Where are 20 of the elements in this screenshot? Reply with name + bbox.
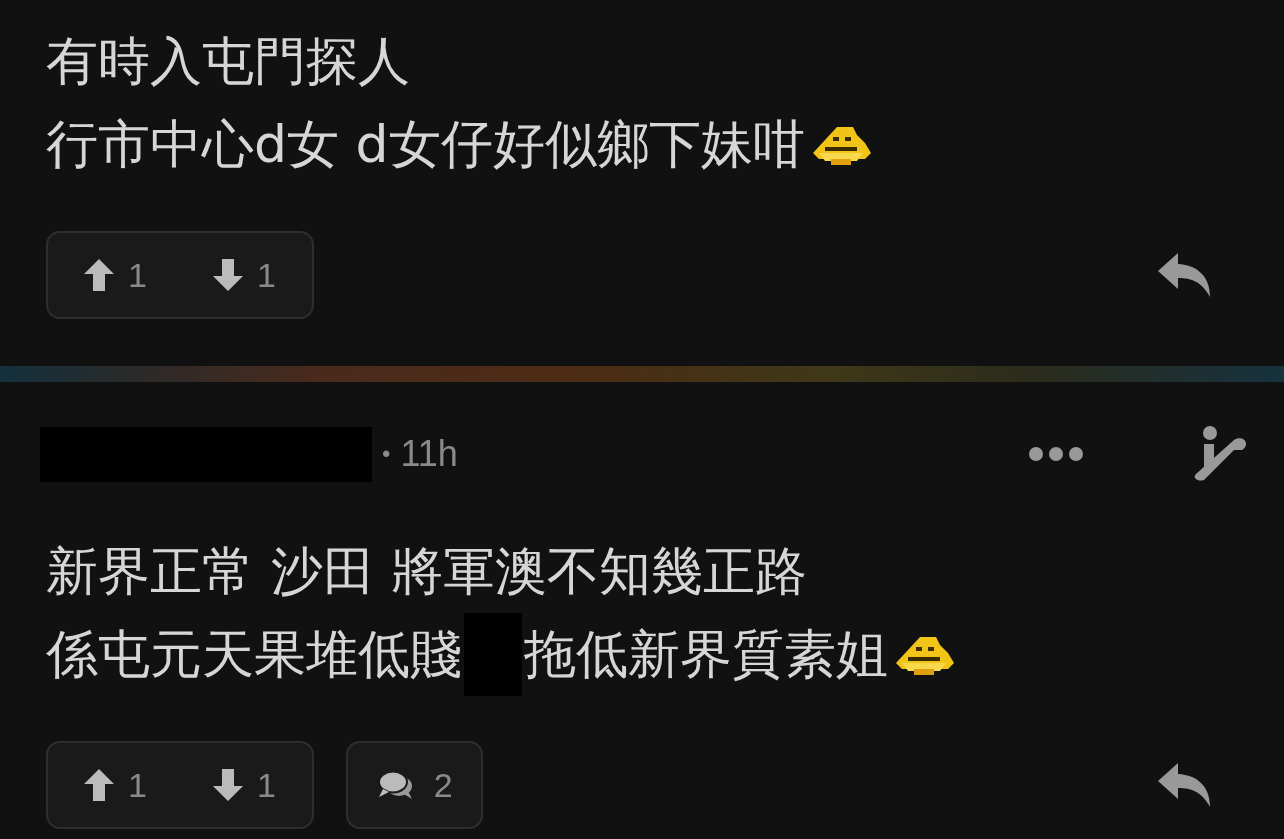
post-text: 行市中心d女 d女仔好似鄉下妹咁 (46, 112, 805, 176)
up-arrow-icon (84, 259, 114, 291)
upvote-count: 1 (128, 255, 147, 295)
reply-icon[interactable] (1156, 761, 1212, 809)
chat-bubbles-icon (377, 770, 414, 800)
reply-icon[interactable] (1156, 251, 1212, 299)
post-text: 拖低新界質素姐 (524, 622, 888, 686)
post-time: 11h (400, 433, 458, 475)
more-options-icon[interactable] (1028, 446, 1084, 462)
up-arrow-icon (84, 769, 114, 801)
downvote-count: 1 (256, 255, 276, 295)
post-text: 係屯元天果堆低賤 (46, 622, 462, 686)
replies-button[interactable]: 2 (345, 741, 483, 829)
upvote-count: 1 (128, 765, 147, 805)
post-text: 有時入屯門探人 (46, 29, 410, 93)
post-text: 新界正常 沙田 將軍澳不知幾正路 (46, 539, 808, 603)
downvote-count: 1 (256, 765, 276, 805)
separator-dot: • (382, 440, 391, 468)
down-arrow-icon (212, 259, 243, 291)
down-arrow-icon (212, 769, 243, 801)
